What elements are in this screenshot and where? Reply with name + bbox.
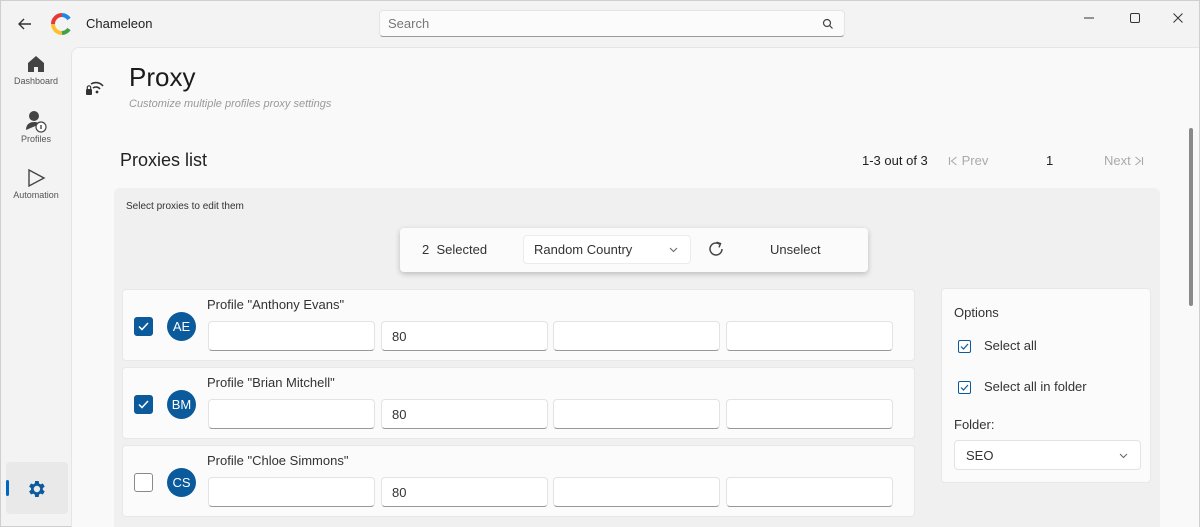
sidebar: Dashboard Profiles Automation <box>1 47 71 527</box>
proxy-host-field[interactable] <box>208 477 375 507</box>
sidebar-item-label: Profiles <box>20 134 51 144</box>
profile-label: Profile "Chloe Simmons" <box>207 453 349 468</box>
selected-count: 2 Selected <box>422 242 488 257</box>
unselect-button[interactable]: Unselect <box>770 242 821 257</box>
section-title: Proxies list <box>120 150 208 170</box>
selection-toolbar: 2 Selected Random Country Unselect <box>400 228 868 272</box>
select-all-folder-checkbox[interactable] <box>958 381 971 394</box>
proxy-password-field[interactable] <box>726 477 893 507</box>
prev-page-button[interactable]: Prev <box>948 153 988 168</box>
pagination-info: 1-3 out of 3 <box>862 153 928 168</box>
gear-icon <box>29 481 45 497</box>
proxies-list: Select proxies to edit them 2 Selected R… <box>114 188 1160 527</box>
first-page-icon <box>948 156 957 166</box>
refresh-icon[interactable] <box>706 239 726 259</box>
country-value: Random Country <box>534 242 633 257</box>
profile-row: CS Profile "Chloe Simmons" <box>122 445 915 517</box>
folder-value: SEO <box>966 448 994 463</box>
chevron-down-icon <box>669 247 678 253</box>
sidebar-item-settings[interactable] <box>6 462 68 514</box>
chevron-down-icon <box>1119 453 1128 459</box>
proxy-password-field[interactable] <box>726 399 893 429</box>
options-title: Options <box>954 305 999 320</box>
proxy-host-field[interactable] <box>208 321 375 351</box>
proxy-username-field[interactable] <box>553 399 720 429</box>
sidebar-item-profiles[interactable]: Profiles <box>1 109 71 144</box>
last-page-icon <box>1135 156 1144 166</box>
options-panel: Options Select all Select all in folder … <box>941 288 1151 483</box>
active-indicator <box>6 480 9 496</box>
proxy-username-field[interactable] <box>553 321 720 351</box>
main-content: Proxy Customize multiple profiles proxy … <box>71 47 1199 527</box>
proxy-port-field[interactable] <box>381 399 548 429</box>
scrollbar[interactable] <box>1189 128 1193 306</box>
folder-select[interactable]: SEO <box>954 440 1141 470</box>
close-icon[interactable] <box>1168 9 1188 27</box>
sidebar-item-automation[interactable]: Automation <box>1 167 71 200</box>
row-checkbox[interactable] <box>134 317 153 336</box>
sidebar-item-label: Automation <box>13 190 59 200</box>
home-icon <box>28 56 44 72</box>
prev-label: Prev <box>961 153 989 168</box>
select-all-folder-label: Select all in folder <box>984 379 1087 394</box>
select-all-checkbox[interactable] <box>958 340 971 353</box>
profile-label: Profile "Brian Mitchell" <box>207 375 335 390</box>
selection-hint: Select proxies to edit them <box>126 201 244 212</box>
profiles-icon <box>26 111 47 133</box>
profile-row: AE Profile "Anthony Evans" <box>122 289 915 361</box>
play-icon <box>28 168 46 188</box>
page-subtitle: Customize multiple profiles proxy settin… <box>129 98 332 110</box>
proxy-password-field[interactable] <box>726 321 893 351</box>
wifi-lock-icon <box>84 78 106 98</box>
app-title: Chameleon <box>86 16 153 31</box>
profile-label: Profile "Anthony Evans" <box>207 297 345 312</box>
search-box <box>379 10 845 37</box>
country-select[interactable]: Random Country <box>523 235 691 264</box>
next-label: Next <box>1104 153 1131 168</box>
proxy-port-field[interactable] <box>381 477 548 507</box>
proxy-username-field[interactable] <box>553 477 720 507</box>
sidebar-item-dashboard[interactable]: Dashboard <box>1 53 71 86</box>
avatar: AE <box>167 312 196 341</box>
chameleon-logo-icon <box>50 12 74 36</box>
select-all-label: Select all <box>984 338 1037 353</box>
checkmark-icon <box>138 400 149 409</box>
back-arrow-icon[interactable] <box>15 14 35 34</box>
row-checkbox[interactable] <box>134 473 153 492</box>
title-bar: Chameleon <box>1 1 1199 47</box>
maximize-icon[interactable] <box>1125 9 1145 27</box>
proxy-host-field[interactable] <box>208 399 375 429</box>
proxy-port-field[interactable] <box>381 321 548 351</box>
minimize-icon[interactable] <box>1079 9 1099 27</box>
page-title: Proxy <box>129 62 196 92</box>
checkmark-icon <box>138 322 149 331</box>
search-icon[interactable] <box>822 17 834 29</box>
checkmark-icon <box>960 384 969 391</box>
avatar: BM <box>167 390 196 419</box>
profile-row: BM Profile "Brian Mitchell" <box>122 367 915 439</box>
sidebar-item-label: Dashboard <box>13 76 59 86</box>
current-page[interactable]: 1 <box>1046 153 1053 168</box>
next-page-button[interactable]: Next <box>1104 153 1144 168</box>
row-checkbox[interactable] <box>134 395 153 414</box>
search-input[interactable] <box>380 11 810 36</box>
avatar: CS <box>167 468 196 497</box>
checkmark-icon <box>960 343 969 350</box>
folder-label: Folder: <box>954 417 995 432</box>
